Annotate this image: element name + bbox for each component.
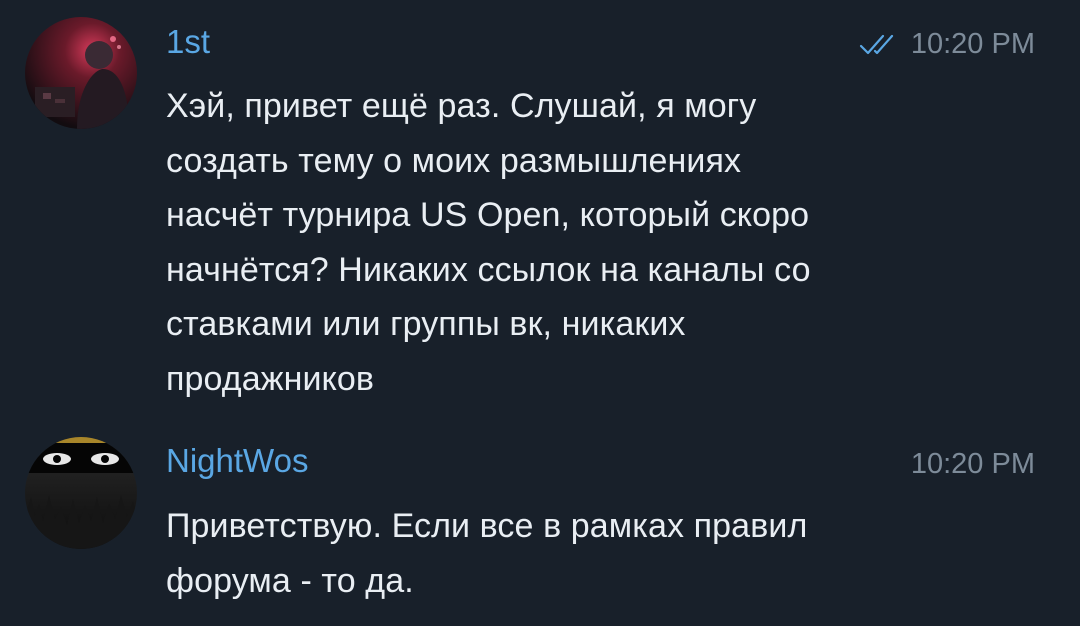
double-check-icon: [859, 34, 893, 55]
sender-name[interactable]: 1st: [166, 22, 210, 62]
avatar-1st[interactable]: [25, 17, 137, 129]
message-meta: 10:20 PM: [911, 444, 1035, 484]
avatar-nightwos-image: [25, 437, 137, 549]
avatar-nightwos[interactable]: [25, 437, 137, 549]
chat-view: 1st 10:20 PM Хэй, привет ещё раз. Слушай…: [0, 0, 1080, 626]
sender-name[interactable]: NightWos: [166, 441, 308, 481]
message-text: Приветствую. Если все в рамках правил фо…: [166, 507, 808, 600]
message-time: 10:20 PM: [910, 448, 1035, 480]
avatar-1st-image: [25, 17, 137, 129]
message-meta: 10:20 PM: [859, 24, 1035, 64]
message-text: Хэй, привет ещё раз. Слушай, я могу созд…: [166, 87, 811, 398]
message-time: 10:20 PM: [910, 28, 1035, 60]
